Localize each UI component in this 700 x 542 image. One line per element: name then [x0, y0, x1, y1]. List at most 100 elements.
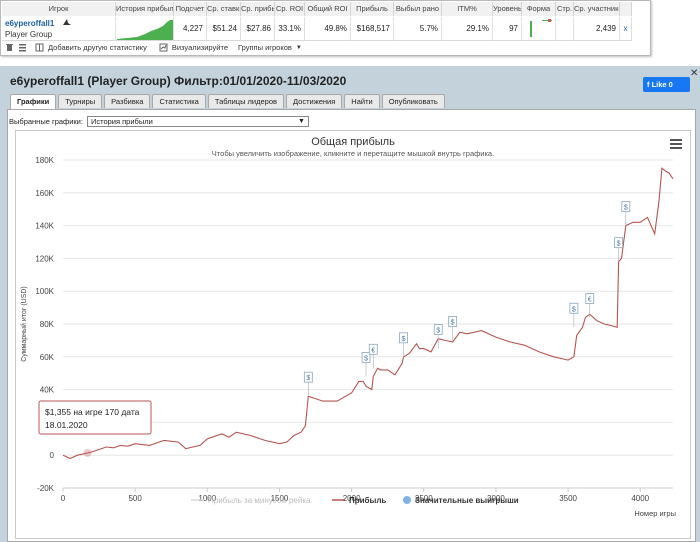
charts-content: Выбранные графики: История прибыли ▼ Общ…	[7, 109, 696, 542]
form-sparkline	[522, 17, 556, 41]
col-early[interactable]: Выбыл рано	[394, 2, 442, 16]
like-label: Like 0	[651, 80, 673, 89]
tab-charts[interactable]: Графики	[10, 94, 57, 109]
facebook-like-button[interactable]: f Like 0	[643, 77, 690, 92]
legend-item-rake: Прибыль за минусом рейка	[208, 496, 311, 505]
y-axis-label: Суммарный итог (USD)	[20, 286, 28, 362]
big-win-flag-label: €	[588, 296, 592, 303]
itm-value: 29.1%	[442, 17, 493, 41]
avg-roi-value: 33.1%	[275, 17, 305, 41]
chart-subtitle: Чтобы увеличить изображение, кликните и …	[212, 149, 494, 158]
col-count[interactable]: Подсчет	[174, 2, 207, 16]
x-axis-label: Номер игры	[634, 509, 676, 518]
x-tick-label: 4000	[631, 494, 649, 503]
col-avg-stake[interactable]: Ср. ставка	[207, 2, 241, 16]
y-tick-label: 40K	[40, 386, 55, 395]
y-tick-label: 180K	[35, 156, 54, 165]
col-itm[interactable]: ITM%	[442, 2, 493, 16]
table-header: Игрок История прибыли Подсчет Ср. ставка…	[2, 2, 632, 16]
col-form[interactable]: Форма	[522, 2, 556, 16]
col-player[interactable]: Игрок	[2, 2, 116, 16]
legend-item-big-wins: Значительные выигрыши	[415, 496, 519, 505]
entrants-value: 2,439	[574, 17, 620, 41]
col-avg-profit[interactable]: Ср. прибыль	[241, 2, 275, 16]
y-tick-label: -20K	[37, 484, 55, 493]
big-win-flag-label: $	[572, 306, 576, 313]
big-win-flag-label: €	[371, 347, 375, 354]
profit-history-sparkline	[116, 17, 174, 41]
tab-achievements[interactable]: Достижения	[286, 94, 343, 108]
big-win-flag-label: $	[364, 355, 368, 362]
tab-breakdown[interactable]: Разбивка	[104, 94, 151, 108]
chart-container[interactable]: Общая прибыль Чтобы увеличить изображение…	[15, 130, 691, 539]
list-icon[interactable]	[18, 43, 27, 52]
col-avg-roi[interactable]: Ср. ROI	[275, 2, 305, 16]
big-win-flag-label: $	[306, 375, 310, 382]
level-value: 97	[493, 17, 522, 41]
profit-value: $168,517	[351, 17, 394, 41]
player-name-link[interactable]: e6yperoffall1	[5, 18, 112, 29]
chart-title: Общая прибыль	[311, 136, 395, 148]
close-icon[interactable]: ✕	[690, 68, 698, 79]
col-extra	[620, 2, 632, 16]
tab-leaderboards[interactable]: Таблицы лидеров	[207, 94, 284, 108]
y-tick-label: 80K	[40, 320, 55, 329]
selected-charts-label: Выбранные графики:	[9, 117, 83, 126]
col-level[interactable]: Уровень	[493, 2, 522, 16]
chart-select-value: История прибыли	[90, 117, 153, 126]
tab-statistics[interactable]: Статистика	[152, 94, 206, 108]
x-tick-label: 3500	[559, 494, 577, 503]
visualize-button[interactable]: Визуализируйте	[172, 43, 228, 52]
remove-row-icon[interactable]: x	[620, 17, 632, 41]
grid-add-icon[interactable]	[35, 43, 44, 52]
count-value: 4,227	[174, 17, 207, 41]
tab-find[interactable]: Найти	[344, 94, 380, 108]
hamburger-menu-icon[interactable]	[670, 139, 682, 149]
big-win-flag-label: $	[451, 319, 455, 326]
avg-profit-value: $27.86	[241, 17, 275, 41]
y-tick-label: 100K	[35, 287, 54, 296]
tab-publish[interactable]: Опубликовать	[381, 94, 445, 108]
big-win-flag-label: $	[624, 205, 628, 212]
tab-tournaments[interactable]: Турниры	[58, 94, 103, 108]
col-profit-history[interactable]: История прибыли	[116, 2, 174, 16]
x-tick-label: 0	[61, 494, 66, 503]
add-stat-button[interactable]: Добавить другую статистику	[48, 43, 147, 52]
chart-selector-row: Выбранные графики: История прибыли ▼	[9, 116, 309, 127]
big-win-flag-label: $	[402, 336, 406, 343]
big-win-flag-label: $	[436, 328, 440, 335]
facebook-icon: f	[647, 80, 650, 89]
y-tick-label: 0	[50, 451, 55, 460]
legend-item-profit: Прибыль	[349, 496, 386, 505]
chevron-down-icon: ▼	[298, 118, 305, 125]
y-tick-label: 120K	[35, 254, 54, 263]
player-cell[interactable]: e6yperoffall1 Player Group	[2, 17, 116, 41]
profit-series-line	[62, 167, 674, 460]
profit-chart[interactable]: Общая прибыльЧтобы увеличить изображение…	[16, 131, 690, 538]
col-total-roi[interactable]: Общий ROI	[305, 2, 351, 16]
tooltip-line-1: $1,355 на игре 170 дата	[45, 407, 140, 417]
page-value	[556, 17, 574, 41]
panel-toolbar: Добавить другую статистику Визуализируйт…	[5, 43, 302, 52]
trash-icon[interactable]	[5, 43, 14, 52]
x-tick-label: 500	[128, 494, 142, 503]
legend-swatch-big-wins	[403, 496, 411, 504]
player-group-label: Player Group	[5, 30, 53, 39]
col-profit[interactable]: Прибыль	[351, 2, 394, 16]
tab-bar: Графики Турниры Разбивка Статистика Табл…	[10, 94, 445, 109]
col-entrants[interactable]: Ср. участников	[574, 2, 620, 16]
y-tick-label: 140K	[35, 222, 54, 231]
chart-icon[interactable]	[159, 43, 168, 52]
big-win-flag-label: $	[617, 241, 621, 248]
tooltip-line-2: 18.01.2020	[45, 420, 88, 430]
avg-stake-value: $51.24	[207, 17, 241, 41]
total-roi-value: 49.8%	[305, 17, 351, 41]
y-tick-label: 160K	[35, 189, 54, 198]
table-row[interactable]: e6yperoffall1 Player Group 4,227 $51.24 …	[2, 17, 632, 41]
col-page[interactable]: Стр.	[556, 2, 574, 16]
chart-select[interactable]: История прибыли ▼	[86, 116, 309, 127]
chevron-down-icon[interactable]: ▼	[296, 45, 302, 51]
page-title: e6yperoffall1 (Player Group) Фильтр:01/0…	[10, 74, 347, 88]
early-value: 5.7%	[394, 17, 442, 41]
player-groups-dropdown[interactable]: Группы игроков	[238, 43, 292, 52]
